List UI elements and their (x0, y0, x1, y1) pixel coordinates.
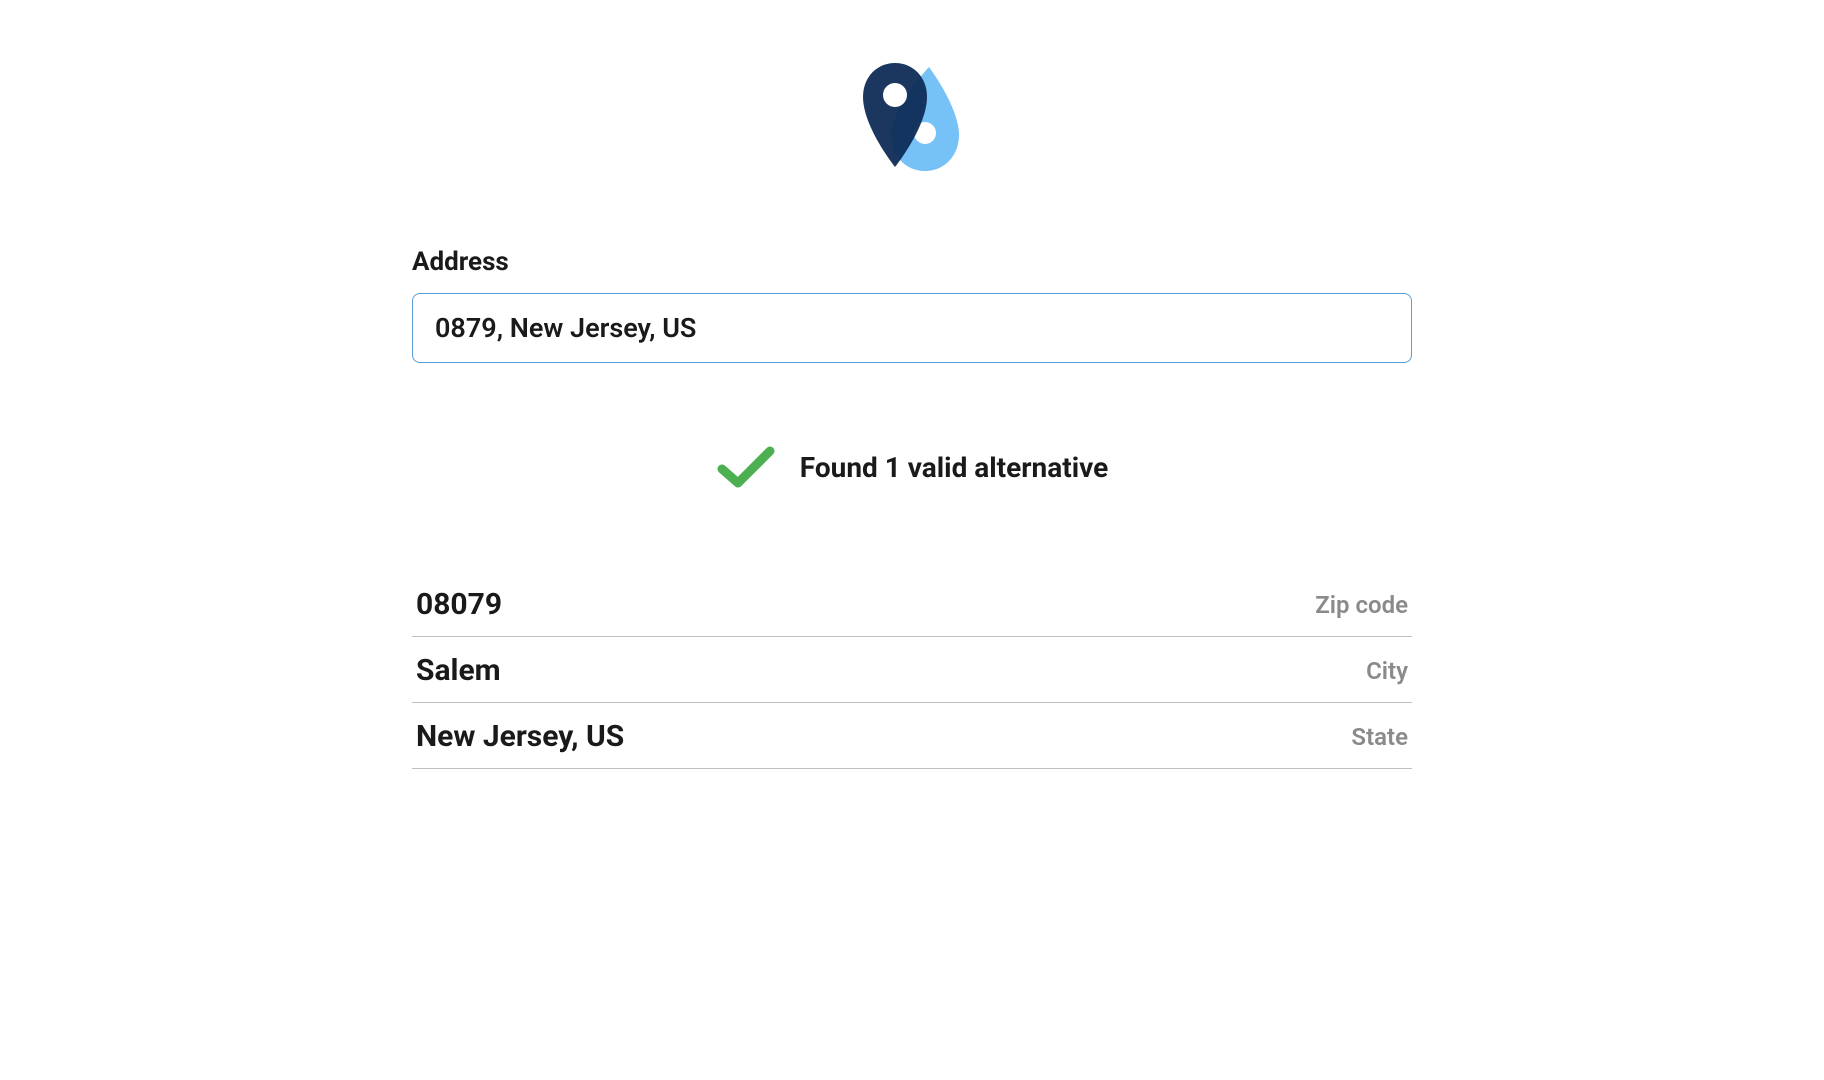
checkmark-icon (716, 443, 776, 491)
address-input[interactable] (412, 293, 1412, 363)
result-value: New Jersey, US (416, 719, 624, 754)
result-value: 08079 (416, 587, 502, 622)
result-value: Salem (416, 653, 501, 688)
result-list: 08079 Zip code Salem City New Jersey, US… (412, 571, 1412, 769)
status-message: Found 1 valid alternative (800, 451, 1108, 484)
result-label: City (1366, 657, 1408, 685)
result-row-state: New Jersey, US State (412, 703, 1412, 769)
address-form: Address (412, 247, 1412, 363)
status-row: Found 1 valid alternative (716, 443, 1108, 491)
app-logo (847, 55, 977, 185)
main-container: Address Found 1 valid alternative 08079 … (412, 55, 1412, 769)
result-row-zip: 08079 Zip code (412, 571, 1412, 637)
result-label: State (1351, 723, 1408, 751)
address-label: Address (412, 247, 1412, 277)
result-label: Zip code (1315, 591, 1408, 619)
result-row-city: Salem City (412, 637, 1412, 703)
